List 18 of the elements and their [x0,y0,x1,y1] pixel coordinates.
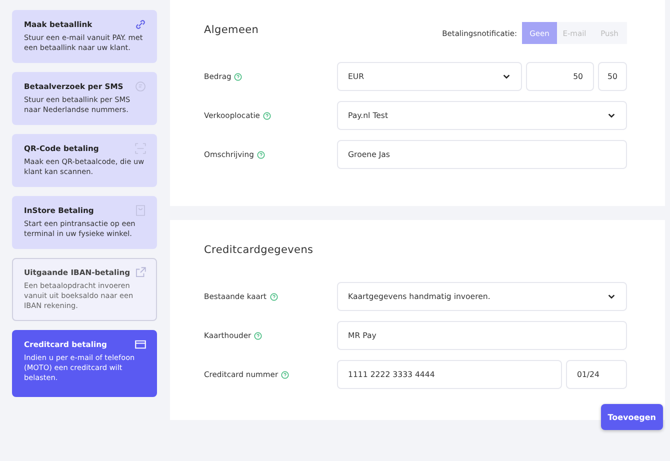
section-title: Creditcardgegevens [204,244,314,256]
help-icon[interactable] [262,112,271,120]
chat-icon [134,80,147,93]
help-icon[interactable] [234,72,242,80]
help-icon[interactable] [281,370,290,378]
link-icon [134,18,147,31]
add-button[interactable]: Toevoegen [600,404,663,430]
chevron-down-icon [607,292,616,301]
bag-icon [134,204,147,217]
scan-icon [134,142,147,155]
help-icon[interactable] [270,292,278,300]
help-icon[interactable] [254,332,262,340]
section-title: Algemeen [204,24,259,36]
credit-card-icon [134,338,147,351]
chevron-down-icon [502,72,511,81]
help-icon[interactable] [256,150,265,158]
external-link-icon [134,266,147,279]
chevron-down-icon [607,111,616,120]
